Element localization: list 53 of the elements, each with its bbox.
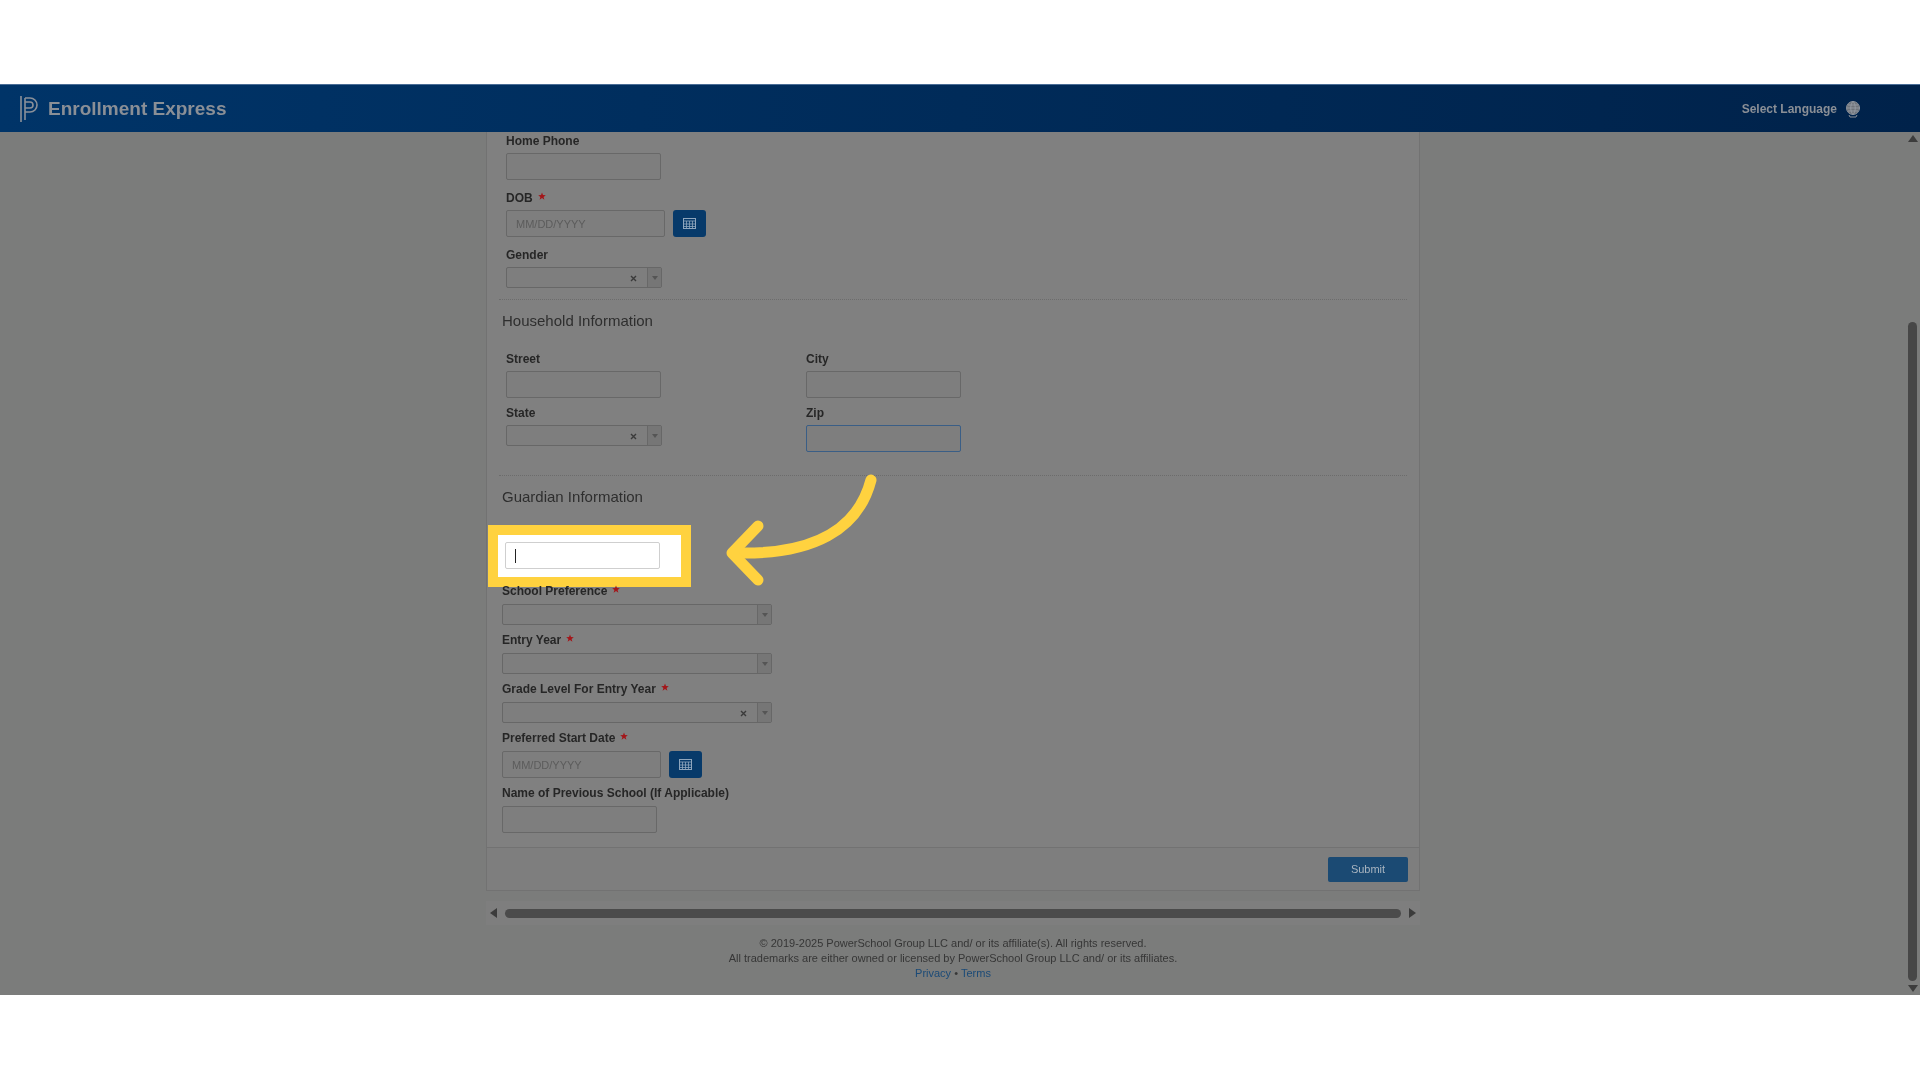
dropdown-button[interactable] [647,268,661,287]
caret-icon [651,433,658,438]
select-field[interactable] [502,604,772,625]
field-label: City [806,352,829,366]
field-label: Zip [806,406,824,420]
separator-text: • [954,967,958,979]
field-label: School Preference [502,584,608,598]
logo-icon [18,94,40,123]
dropdown-button[interactable] [757,605,771,624]
input-field[interactable] [806,371,961,398]
text-cursor [515,548,516,563]
field-label: DOB [506,191,533,205]
calendar-button[interactable] [673,210,706,237]
field-label: Street [506,352,540,366]
app-title: Enrollment Express [48,97,227,120]
calendar-icon [683,218,696,229]
dropdown-button[interactable] [757,654,771,673]
footer-text: © 2019-2025 PowerSchool Group LLC and/ or its affiliate(s). All rights reserved. [759,937,1147,949]
input-field[interactable] [506,153,661,180]
field-label: Gender [506,248,548,262]
select-field[interactable] [502,653,772,674]
right-arrow-icon [1409,908,1416,918]
select-field[interactable] [506,267,662,288]
scrollbar-thumb[interactable] [1908,322,1917,981]
language-selector[interactable]: Select Language [1741,101,1837,116]
scrollbar-thumb[interactable] [505,908,1401,918]
field-label: Name of Previous School (If Applicable) [502,786,729,800]
input-field[interactable] [806,425,961,452]
field-label: Preferred Start Date [502,731,616,745]
globe-icon [1845,99,1862,118]
calendar-icon [679,759,692,770]
down-arrow-icon [1907,985,1918,992]
select-field[interactable] [506,425,662,446]
calendar-button[interactable] [669,751,702,778]
footer-text: All trademarks are either owned or licensed by PowerSchool Group LLC and/ or its affiliates. [728,952,1178,964]
input-field[interactable] [502,806,657,833]
field-label: Grade Level For Entry Year [502,682,656,696]
dropdown-button[interactable] [757,703,771,722]
field-label: Home Phone [506,134,580,148]
caret-icon [761,661,768,666]
section-heading: Guardian Information [502,488,644,505]
field-label: Entry Year [502,633,562,647]
dropdown-button[interactable] [647,426,661,445]
section-heading: Household Information [502,312,654,329]
field-label: State [506,406,536,420]
caret-icon [761,710,768,715]
input-field[interactable] [506,371,661,398]
select-field[interactable] [502,702,772,723]
left-arrow-icon [490,908,497,918]
caret-icon [651,275,658,280]
submit-button[interactable]: Submit [1328,856,1408,882]
caret-icon [761,612,768,617]
up-arrow-icon [1907,135,1918,142]
